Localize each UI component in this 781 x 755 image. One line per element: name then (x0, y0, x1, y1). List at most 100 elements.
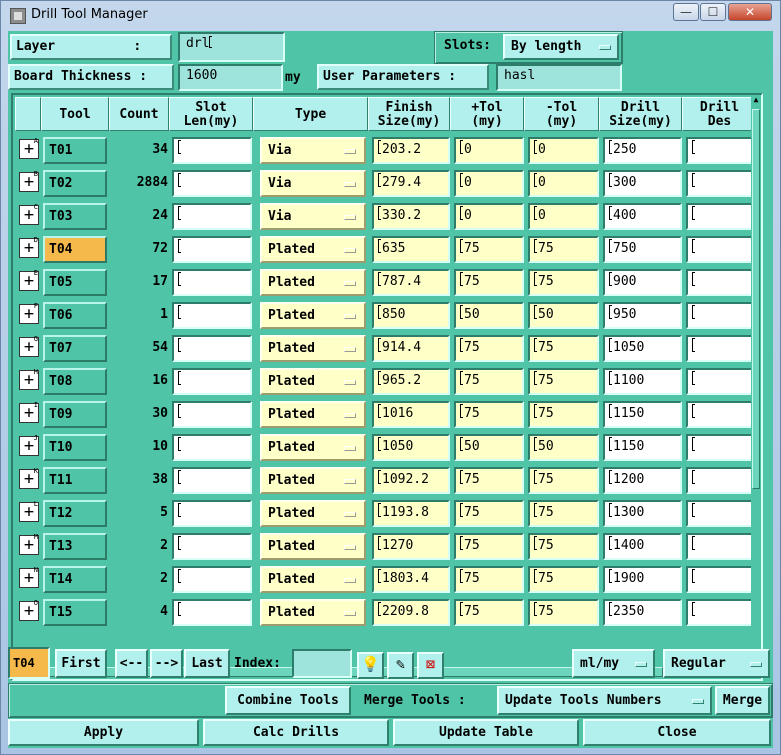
maximize-button[interactable]: ☐ (700, 3, 726, 21)
drill-des-input[interactable] (686, 467, 758, 494)
drill-size-input[interactable]: 1100 (603, 368, 682, 395)
tool-button[interactable]: T10 (43, 434, 107, 461)
minus-tol-input[interactable]: 75 (528, 467, 599, 494)
finish-size-input[interactable]: 330.2 (372, 203, 450, 230)
vertical-scroll-thumb[interactable] (752, 109, 760, 489)
slot-len-input[interactable] (172, 467, 252, 494)
type-dropdown[interactable]: Plated (260, 500, 366, 527)
type-dropdown[interactable]: Via (260, 203, 366, 230)
expand-icon[interactable]: + M (19, 534, 39, 555)
expand-icon[interactable]: + F (19, 303, 39, 324)
type-dropdown[interactable]: Plated (260, 467, 366, 494)
vertical-scrollbar[interactable]: ▲ (751, 95, 761, 679)
plus-tol-input[interactable]: 75 (454, 236, 524, 263)
type-dropdown[interactable]: Plated (260, 236, 366, 263)
finish-size-input[interactable]: 850 (372, 302, 450, 329)
tool-button[interactable]: T15 (43, 599, 107, 626)
type-dropdown[interactable]: Plated (260, 302, 366, 329)
drill-size-input[interactable]: 1050 (603, 335, 682, 362)
plus-tol-input[interactable]: 75 (454, 335, 524, 362)
slot-len-input[interactable] (172, 533, 252, 560)
slots-dropdown[interactable]: By length (503, 34, 619, 60)
tool-button[interactable]: T13 (43, 533, 107, 560)
board-thickness-field[interactable]: 1600 (178, 64, 283, 91)
minus-tol-input[interactable]: 75 (528, 368, 599, 395)
drill-des-input[interactable] (686, 368, 758, 395)
minimize-button[interactable]: — (673, 3, 699, 21)
drill-des-input[interactable] (686, 302, 758, 329)
slot-len-input[interactable] (172, 566, 252, 593)
minus-tol-input[interactable]: 75 (528, 500, 599, 527)
finish-size-input[interactable]: 1050 (372, 434, 450, 461)
minus-tol-input[interactable]: 75 (528, 236, 599, 263)
finish-size-input[interactable]: 1803.4 (372, 566, 450, 593)
slot-len-input[interactable] (172, 302, 252, 329)
slot-len-input[interactable] (172, 500, 252, 527)
minus-tol-input[interactable]: 75 (528, 533, 599, 560)
tool-button[interactable]: T09 (43, 401, 107, 428)
finish-size-input[interactable]: 914.4 (372, 335, 450, 362)
slot-len-input[interactable] (172, 401, 252, 428)
minus-tol-input[interactable]: 50 (528, 434, 599, 461)
tool-button[interactable]: T03 (43, 203, 107, 230)
expand-icon[interactable]: + O (19, 600, 39, 621)
finish-size-input[interactable]: 635 (372, 236, 450, 263)
slot-len-input[interactable] (172, 599, 252, 626)
delete-icon[interactable]: ⊠ (417, 652, 444, 679)
type-dropdown[interactable]: Plated (260, 368, 366, 395)
plus-tol-input[interactable]: 75 (454, 401, 524, 428)
expand-icon[interactable]: + K (19, 468, 39, 489)
next-button[interactable]: --> (150, 649, 183, 678)
expand-icon[interactable]: + D (19, 237, 39, 258)
slot-len-input[interactable] (172, 434, 252, 461)
finish-size-input[interactable]: 2209.8 (372, 599, 450, 626)
type-dropdown[interactable]: Plated (260, 566, 366, 593)
tool-button[interactable]: T12 (43, 500, 107, 527)
tool-button[interactable]: T08 (43, 368, 107, 395)
drill-des-input[interactable] (686, 434, 758, 461)
finish-size-input[interactable]: 1193.8 (372, 500, 450, 527)
tool-button[interactable]: T06 (43, 302, 107, 329)
drill-size-input[interactable]: 750 (603, 236, 682, 263)
drill-size-input[interactable]: 950 (603, 302, 682, 329)
close-window-button[interactable]: ✕ (728, 3, 772, 21)
type-dropdown[interactable]: Via (260, 170, 366, 197)
drill-size-input[interactable]: 900 (603, 269, 682, 296)
plus-tol-input[interactable]: 75 (454, 599, 524, 626)
slot-len-input[interactable] (172, 335, 252, 362)
close-button[interactable]: Close (583, 719, 771, 746)
drill-size-input[interactable]: 1900 (603, 566, 682, 593)
units-dropdown[interactable]: ml/my (572, 649, 655, 678)
slot-len-input[interactable] (172, 368, 252, 395)
minus-tol-input[interactable]: 0 (528, 203, 599, 230)
finish-size-input[interactable]: 279.4 (372, 170, 450, 197)
calc-drills-button[interactable]: Calc Drills (203, 719, 389, 746)
title-bar[interactable]: Drill Tool Manager — ☐ ✕ (1, 1, 780, 31)
minus-tol-input[interactable]: 50 (528, 302, 599, 329)
minus-tol-input[interactable]: 75 (528, 335, 599, 362)
drill-size-input[interactable]: 1200 (603, 467, 682, 494)
finish-size-input[interactable]: 1270 (372, 533, 450, 560)
user-parameters-field[interactable]: hasl (496, 64, 622, 91)
minus-tol-input[interactable]: 75 (528, 401, 599, 428)
slot-len-input[interactable] (172, 170, 252, 197)
plus-tol-input[interactable]: 75 (454, 566, 524, 593)
plus-tol-input[interactable]: 0 (454, 137, 524, 164)
scroll-up-icon[interactable]: ▲ (751, 95, 761, 107)
index-field[interactable] (292, 649, 352, 678)
slot-len-input[interactable] (172, 203, 252, 230)
drill-des-input[interactable] (686, 170, 758, 197)
plus-tol-input[interactable]: 75 (454, 533, 524, 560)
minus-tol-input[interactable]: 75 (528, 599, 599, 626)
drill-des-input[interactable] (686, 236, 758, 263)
drill-des-input[interactable] (686, 599, 758, 626)
tool-button[interactable]: T05 (43, 269, 107, 296)
drill-des-input[interactable] (686, 335, 758, 362)
slot-len-input[interactable] (172, 269, 252, 296)
plus-tol-input[interactable]: 75 (454, 368, 524, 395)
type-dropdown[interactable]: Plated (260, 269, 366, 296)
finish-size-input[interactable]: 1016 (372, 401, 450, 428)
first-button[interactable]: First (55, 649, 107, 678)
expand-icon[interactable]: + B (19, 171, 39, 192)
drill-size-input[interactable]: 1150 (603, 401, 682, 428)
